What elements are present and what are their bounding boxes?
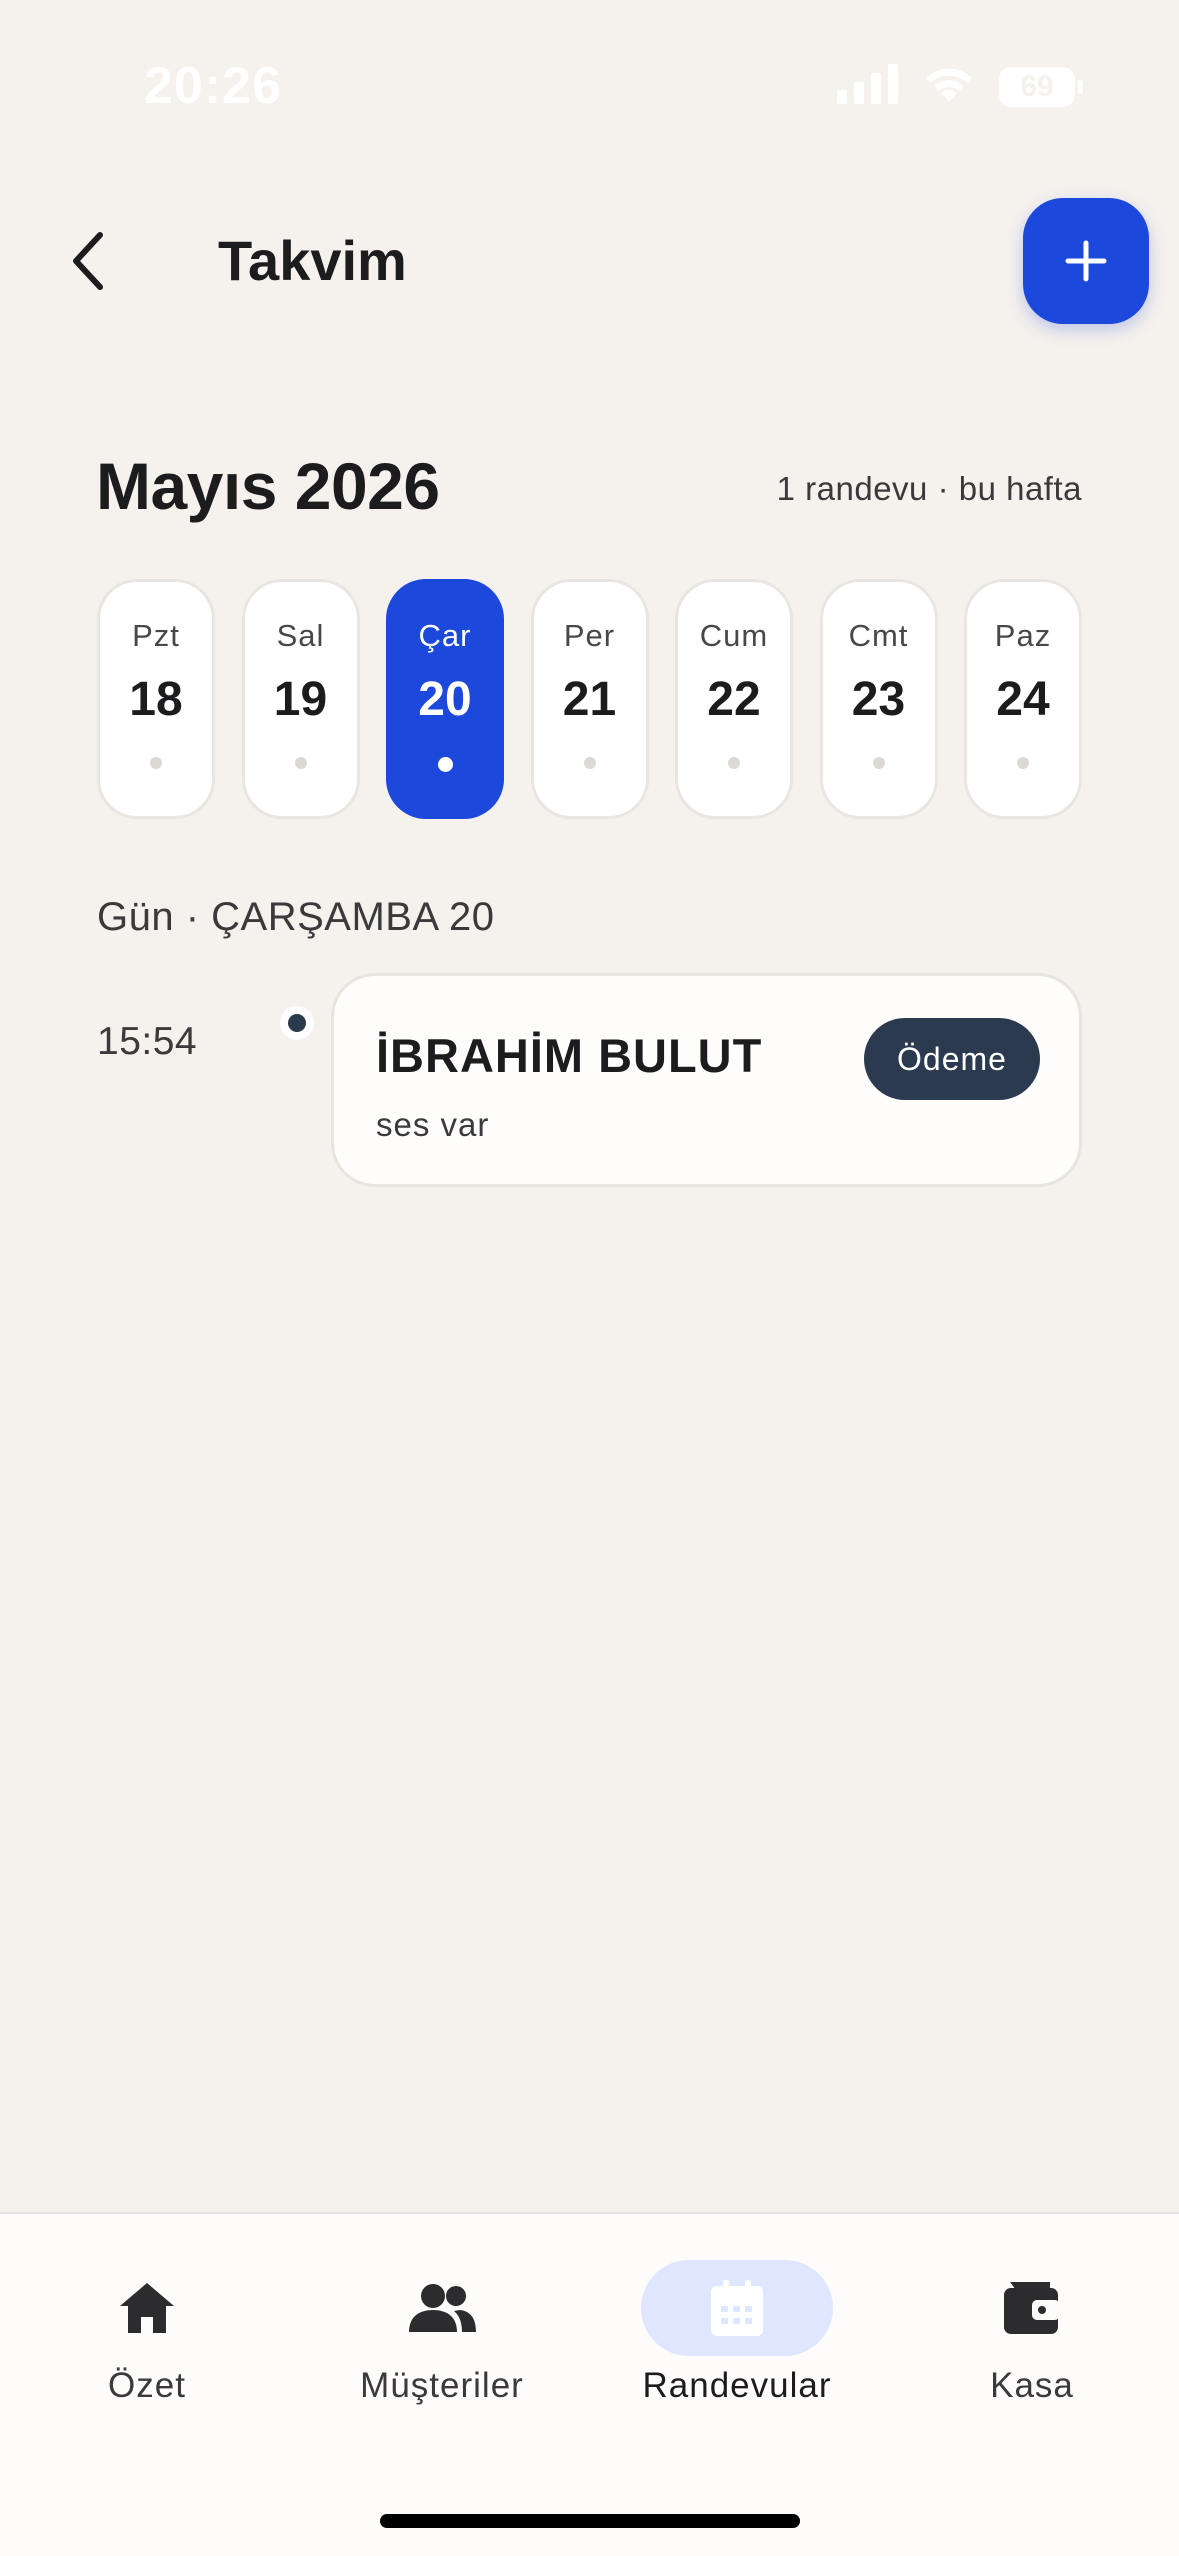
battery-icon: 69 xyxy=(999,66,1083,107)
tab-label: Randevular xyxy=(642,2366,832,2405)
day-number: 24 xyxy=(996,673,1050,726)
calendar-icon xyxy=(711,2280,763,2336)
wallet-icon xyxy=(1004,2282,1060,2334)
day-cell-sunday[interactable]: Paz 24 xyxy=(964,579,1082,819)
tab-icon-container xyxy=(641,2260,833,2356)
home-icon xyxy=(120,2283,174,2333)
day-number: 19 xyxy=(273,673,328,726)
users-icon xyxy=(409,2284,476,2332)
day-abbr: Cum xyxy=(699,618,769,653)
bottom-tab-bar: Özet Müşteriler Randevular Kasa xyxy=(0,2212,1179,2556)
day-abbr: Pzt xyxy=(132,618,180,653)
day-indicator-dot xyxy=(437,757,453,772)
appointment-time: 15:54 xyxy=(97,1020,198,1063)
day-number: 22 xyxy=(707,673,761,726)
appointment-customer-name: İBRAHİM BULUT xyxy=(376,1029,763,1082)
tab-label: Kasa xyxy=(990,2366,1074,2405)
timeline-dot xyxy=(280,1006,314,1040)
day-number: 23 xyxy=(851,673,906,726)
day-indicator-dot xyxy=(872,757,885,769)
day-indicator-dot xyxy=(150,757,162,769)
tab-icon-container xyxy=(51,2260,243,2356)
day-cell-friday[interactable]: Cum 22 xyxy=(675,579,793,819)
day-abbr: Çar xyxy=(418,618,472,653)
page-title: Takvim xyxy=(218,229,407,292)
day-abbr: Paz xyxy=(994,618,1052,653)
appointment-card[interactable]: İBRAHİM BULUT ses var Ödeme xyxy=(331,973,1082,1187)
chevron-left-icon xyxy=(73,232,103,290)
tab-icon-container xyxy=(346,2260,538,2356)
add-appointment-button[interactable] xyxy=(1023,198,1149,324)
day-cell-wednesday-selected[interactable]: Çar 20 xyxy=(386,579,504,819)
tab-icon-container xyxy=(936,2260,1128,2356)
tab-musteriler[interactable]: Müşteriler xyxy=(322,2260,562,2430)
day-abbr: Per xyxy=(563,618,616,653)
day-indicator-dot xyxy=(583,757,596,769)
day-abbr: Cmt xyxy=(848,618,909,653)
payment-button[interactable]: Ödeme xyxy=(864,1018,1040,1100)
battery-level: 69 xyxy=(1020,69,1054,103)
day-indicator-dot xyxy=(1017,757,1029,769)
day-number: 20 xyxy=(418,673,472,726)
day-heading: Gün · ÇARŞAMBA 20 xyxy=(97,895,495,939)
day-number: 21 xyxy=(562,673,617,726)
day-abbr: Sal xyxy=(276,618,325,653)
day-cell-saturday[interactable]: Cmt 23 xyxy=(819,579,938,819)
calendar-screen: 20:26 69 Takvim Mayıs 2026 1 randevu · b… xyxy=(0,0,1179,2556)
day-cell-monday[interactable]: Pzt 18 xyxy=(97,579,215,819)
cellular-signal-icon xyxy=(837,64,899,109)
tab-randevular[interactable]: Randevular xyxy=(617,2260,857,2430)
tab-label: Özet xyxy=(108,2366,186,2405)
week-strip: Pzt 18 Sal 19 Çar 20 Per 21 Cum 22 Cmt 2… xyxy=(97,579,1082,819)
plus-icon xyxy=(1065,240,1107,282)
month-title: Mayıs 2026 xyxy=(96,449,440,523)
tab-label: Müşteriler xyxy=(360,2366,524,2405)
home-indicator xyxy=(380,2514,800,2528)
day-cell-thursday[interactable]: Per 21 xyxy=(530,579,649,819)
tab-ozet[interactable]: Özet xyxy=(27,2260,267,2430)
day-cell-tuesday[interactable]: Sal 19 xyxy=(241,579,360,819)
back-button[interactable] xyxy=(48,216,128,306)
day-indicator-dot xyxy=(728,757,740,769)
day-indicator-dot xyxy=(294,757,307,769)
status-time: 20:26 xyxy=(144,57,282,115)
tab-kasa[interactable]: Kasa xyxy=(912,2260,1152,2430)
status-icons: 69 xyxy=(837,64,1083,109)
appointment-note: ses var xyxy=(376,1106,490,1143)
status-bar: 20:26 69 xyxy=(0,0,1179,170)
wifi-icon xyxy=(921,64,977,109)
day-number: 18 xyxy=(129,673,183,726)
week-summary: 1 randevu · bu hafta xyxy=(776,470,1082,507)
